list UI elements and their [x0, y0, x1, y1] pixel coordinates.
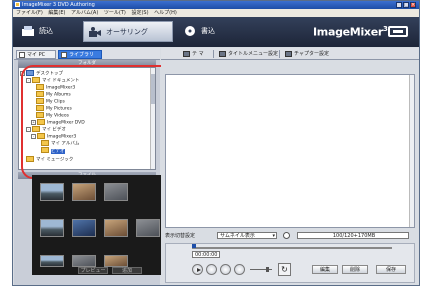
volume-handle[interactable] [266, 267, 269, 272]
tab-my-computer-label: マイ PC [27, 52, 46, 58]
seek-bar[interactable] [192, 247, 392, 249]
menu-album[interactable]: アルバム(A) [71, 10, 98, 16]
minimize-icon[interactable]: _ [396, 2, 402, 8]
play-button[interactable] [192, 264, 203, 275]
timecode-value: 00:00:00 [195, 252, 218, 258]
tab-my-computer[interactable]: マイ PC [16, 50, 56, 59]
video-thumbnail[interactable] [104, 219, 128, 237]
brand-logo: ImageMixer3 [313, 25, 388, 39]
next-button[interactable] [234, 264, 245, 275]
chapter-button[interactable]: チャプター設定 [285, 50, 329, 58]
mode-import-button[interactable]: 読込 [17, 21, 75, 42]
menu-file[interactable]: ファイル(F) [16, 10, 43, 16]
video-thumbnail[interactable] [72, 219, 96, 237]
workspace-scrollbar[interactable] [409, 75, 414, 227]
video-thumbnail[interactable] [40, 255, 64, 267]
theme-button[interactable]: テ マ [183, 50, 204, 58]
window-title: ImageMixer 3 DVD Authoring [22, 2, 95, 8]
brand-version: 3 [383, 25, 388, 33]
mode-write-label: 書込 [201, 27, 215, 35]
brand-name: ImageMixer [313, 25, 384, 39]
delete-button[interactable]: 削除 [342, 265, 368, 274]
preview-button[interactable]: プレビュー [78, 267, 108, 274]
mode-import-label: 読込 [39, 27, 53, 35]
title-menu-label: タイトルメニュー設定 [228, 51, 279, 57]
video-thumbnail[interactable] [40, 183, 64, 201]
display-mode-value: サムネイル表示 [220, 233, 255, 239]
add-button[interactable]: 追加 [112, 267, 142, 274]
prev-button[interactable] [220, 264, 231, 275]
capacity-field: 100/120+170MB [297, 232, 409, 239]
tab-library[interactable]: ライブラリ [58, 50, 102, 59]
preview-button-label: プレビュー [80, 268, 106, 274]
menu-tools[interactable]: ツール(T) [104, 10, 126, 16]
title-menu-icon [219, 51, 226, 57]
menu-settings[interactable]: 設定(S) [131, 10, 148, 16]
tab-library-label: ライブラリ [69, 52, 95, 58]
loop-icon[interactable]: ↻ [278, 263, 291, 276]
app-window: ImageMixer 3 DVD Authoring _ □ × ファイル(F)… [12, 0, 420, 286]
computer-icon [19, 52, 25, 58]
authoring-toolbar: テ マ タイトルメニュー設定 チャプター設定 [161, 48, 419, 60]
library-icon [61, 52, 67, 58]
menu-edit[interactable]: 編集(E) [48, 10, 65, 16]
video-thumbnail[interactable] [136, 219, 160, 237]
chapter-label: チャプター設定 [294, 51, 329, 57]
delete-button-label: 削除 [349, 267, 360, 273]
save-button[interactable]: 保存 [376, 265, 406, 274]
video-thumbnail[interactable] [72, 255, 96, 267]
mode-toolbar: 読込 オーサリング 書込 ImageMixer3 [13, 17, 419, 47]
app-icon [15, 2, 20, 7]
save-button-label: 保存 [385, 267, 396, 273]
title-menu-button[interactable]: タイトルメニュー設定 [219, 50, 278, 58]
maximize-icon[interactable]: □ [403, 2, 409, 8]
authoring-workspace[interactable] [165, 74, 415, 228]
menu-help[interactable]: ヘルプ(H) [154, 10, 177, 16]
title-bar: ImageMixer 3 DVD Authoring [13, 1, 419, 9]
preview-player: 00:00:00 ↻ 編集 削除 保存 [165, 243, 415, 283]
theme-label: テ マ [192, 51, 204, 57]
thumbnail-grid: プレビュー 追加 [32, 175, 175, 275]
edit-button[interactable]: 編集 [312, 265, 338, 274]
display-mode-select[interactable]: サムネイル表示 ▾ [217, 232, 277, 239]
video-thumbnail[interactable] [72, 183, 96, 201]
write-icon [183, 25, 197, 37]
authoring-icon [88, 26, 102, 38]
toolbar-divider [213, 50, 214, 58]
video-thumbnail[interactable] [40, 219, 64, 237]
toolbar-divider [279, 50, 280, 58]
chevron-down-icon: ▾ [272, 233, 275, 239]
timecode-display: 00:00:00 [192, 251, 221, 258]
seek-handle[interactable] [192, 244, 196, 248]
video-thumbnail[interactable] [104, 183, 128, 201]
capacity-value: 100/120+170MB [332, 233, 376, 239]
stop-button[interactable] [206, 264, 217, 275]
status-row: 表示切替設定 サムネイル表示 ▾ 100/120+170MB [165, 232, 415, 240]
mode-write-button[interactable]: 書込 [179, 21, 239, 42]
display-mode-label: 表示切替設定 [165, 233, 196, 239]
mode-authoring-button[interactable]: オーサリング [83, 21, 173, 42]
edit-button-label: 編集 [319, 267, 330, 273]
menu-bar: ファイル(F) 編集(E) アルバム(A) ツール(T) 設定(S) ヘルプ(H… [13, 9, 419, 17]
import-icon [21, 25, 35, 37]
right-pane: テ マ タイトルメニュー設定 チャプター設定 表示切替設定 サムネイル表示 ▾ [161, 48, 419, 285]
video-thumbnail[interactable] [104, 255, 128, 267]
folder-tree-highlight [21, 65, 176, 179]
theme-icon [183, 51, 190, 57]
add-button-label: 追加 [121, 268, 132, 274]
source-tabs: マイ PC ライブラリ [14, 48, 160, 60]
dvd-mode-icon[interactable] [388, 26, 408, 37]
close-icon[interactable]: × [410, 2, 416, 8]
chapter-icon [285, 51, 292, 57]
zoom-icon[interactable] [283, 232, 290, 239]
mode-authoring-label: オーサリング [106, 28, 148, 36]
